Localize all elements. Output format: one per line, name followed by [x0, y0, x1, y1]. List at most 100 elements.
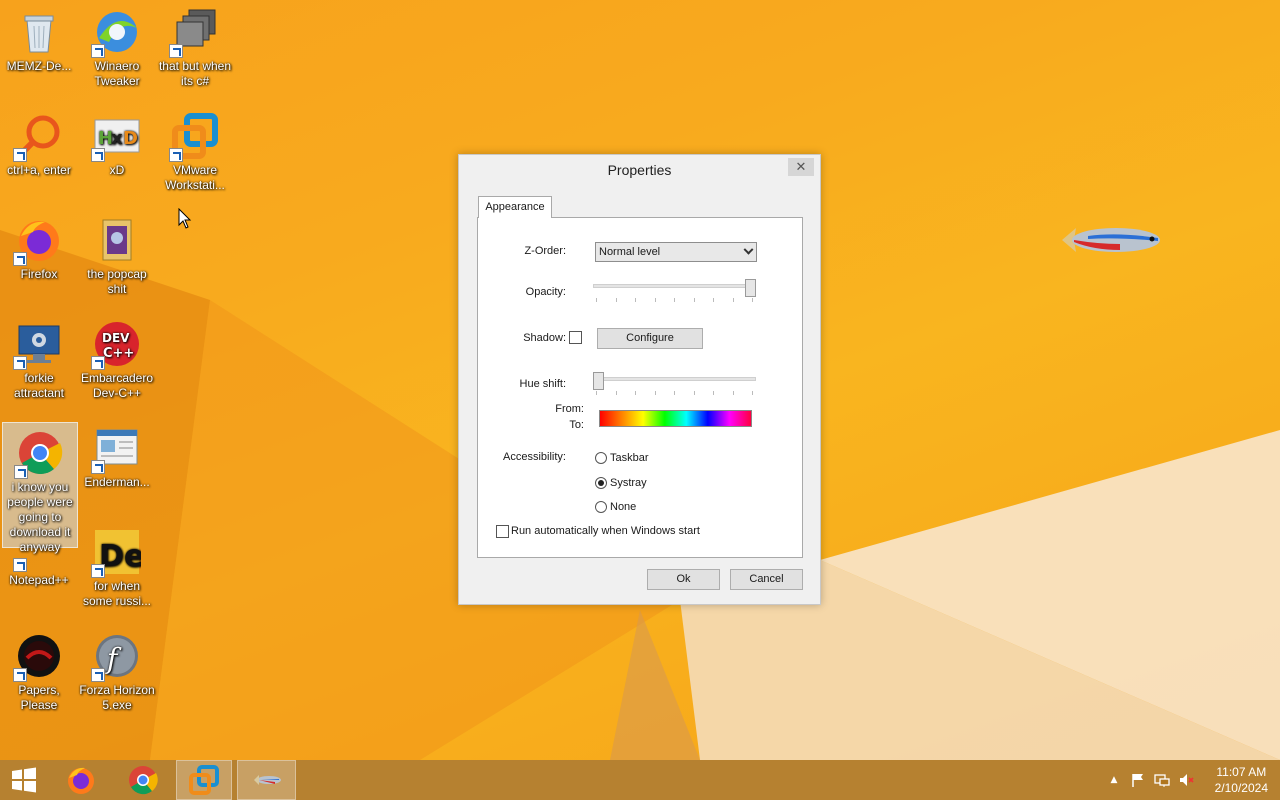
firefox-icon — [68, 767, 94, 794]
to-label: To: — [569, 419, 584, 431]
shortcut-arrow-icon — [91, 148, 105, 162]
shortcut-arrow-icon — [169, 44, 183, 58]
shortcut-arrow-icon — [14, 465, 28, 479]
desktop-icon-forkie[interactable]: forkie attractant — [1, 314, 77, 401]
hue-slider-track[interactable] — [593, 377, 756, 381]
neon-tetra-fish — [1062, 228, 1160, 252]
svg-text:D: D — [123, 128, 138, 149]
shadow-label: Shadow: — [523, 332, 566, 344]
svg-text:DEV: DEV — [102, 331, 130, 345]
desktop-icon-label: Firefox — [20, 267, 58, 281]
slider-tick — [752, 298, 753, 302]
slider-tick — [732, 298, 734, 302]
slider-tick — [752, 391, 753, 395]
svg-text:C++: C++ — [103, 346, 134, 361]
desktop-icon-xd[interactable]: HxD xD — [79, 106, 155, 178]
slider-tick — [693, 298, 695, 302]
desktop-icon-winaero[interactable]: Winaero Tweaker — [79, 2, 155, 89]
desktop-icon-csharp[interactable]: that but when its c# — [157, 2, 233, 89]
desktop-icon-firefox[interactable]: Firefox — [1, 210, 77, 282]
opacity-slider-ticks — [596, 298, 753, 302]
radio-option-systray[interactable]: Systray — [595, 476, 715, 492]
desktop-icon-popcap[interactable]: the popcap shit — [79, 210, 155, 297]
taskbar-vmware[interactable] — [176, 760, 232, 800]
slider-tick — [596, 298, 597, 302]
zorder-select[interactable]: Normal level — [595, 242, 757, 262]
desktop-icon-label: that but when its c# — [158, 59, 232, 88]
shortcut-arrow-icon — [91, 356, 105, 370]
slider-tick — [635, 391, 636, 395]
configure-button[interactable]: Configure — [597, 328, 703, 349]
opacity-slider-thumb[interactable] — [745, 279, 756, 297]
tray-overflow-chevron-icon[interactable]: ▲ — [1106, 772, 1122, 788]
windows-logo-icon — [12, 767, 36, 793]
autorun-label: Run automatically when Windows start — [511, 525, 700, 537]
radio-button[interactable] — [595, 501, 607, 513]
recycle-bin-icon — [24, 15, 54, 53]
desktop-icon-label: MEMZ-De... — [6, 59, 72, 73]
slider-tick — [615, 391, 617, 395]
clock[interactable]: 11:07 AM 2/10/2024 — [1215, 764, 1268, 796]
slider-tick — [713, 391, 714, 395]
desktop-icon-ctrl-a[interactable]: ctrl+a, enter — [1, 106, 77, 178]
radio-option-none[interactable]: None — [595, 500, 715, 516]
ok-button[interactable]: Ok — [647, 569, 720, 590]
opacity-slider-track[interactable] — [593, 284, 756, 288]
slider-tick — [674, 391, 675, 395]
desktop-icon-enderman[interactable]: Enderman... — [79, 418, 155, 490]
radio-option-taskbar[interactable]: Taskbar — [595, 451, 715, 467]
slider-tick — [615, 298, 617, 302]
clock-time: 11:07 AM — [1216, 765, 1267, 779]
autorun-checkbox[interactable] — [496, 525, 509, 538]
shortcut-arrow-icon — [91, 460, 105, 474]
chrome-icon — [129, 766, 158, 795]
mouse-cursor-icon — [178, 208, 192, 229]
close-button[interactable]: ✕ — [788, 158, 814, 176]
taskbar-firefox[interactable] — [54, 760, 108, 800]
slider-tick — [713, 298, 714, 302]
radio-button[interactable] — [595, 452, 607, 464]
radio-button[interactable] — [595, 477, 607, 489]
shortcut-arrow-icon — [13, 668, 27, 682]
desktop-icon-label: Winaero Tweaker — [94, 59, 140, 88]
desktop-icon-chrome-selected[interactable]: i know you people were going to download… — [2, 422, 78, 554]
desktop-icon-label: for when some russi... — [82, 579, 151, 608]
slider-tick — [693, 391, 695, 395]
desktop-icon-notepadpp[interactable]: Notepad++ — [1, 540, 77, 588]
cancel-button[interactable]: Cancel — [730, 569, 803, 590]
shortcut-arrow-icon — [13, 356, 27, 370]
hue-slider-thumb[interactable] — [593, 372, 604, 390]
desktop-icon-vmware[interactable]: VMware Workstati... — [157, 106, 233, 193]
tab-appearance[interactable]: Appearance — [478, 196, 552, 218]
slider-tick — [596, 391, 597, 395]
desktop-icon-devcpp[interactable]: DEV C++ Embarcadero Dev-C++ — [79, 314, 155, 401]
desktop-icon-memz[interactable]: MEMZ-De... — [1, 2, 77, 74]
network-icon[interactable] — [1154, 772, 1170, 788]
svg-text:x: x — [111, 128, 123, 149]
speaker-muted-icon[interactable] — [1178, 772, 1194, 788]
hue-slider-ticks — [596, 391, 753, 395]
action-center-flag-icon[interactable] — [1130, 772, 1146, 788]
desktop-icon-russi[interactable]: De for when some russi... — [79, 522, 155, 609]
taskbar-chrome[interactable] — [116, 760, 170, 800]
shadow-checkbox[interactable] — [569, 331, 582, 344]
opacity-label: Opacity: — [525, 286, 566, 298]
shortcut-arrow-icon — [13, 558, 27, 572]
desktop-icon-label: forkie attractant — [13, 371, 65, 400]
shortcut-arrow-icon — [91, 44, 105, 58]
shortcut-arrow-icon — [13, 148, 27, 162]
slider-tick — [654, 298, 656, 302]
start-button[interactable] — [0, 760, 48, 800]
desktop-icon-papers-please[interactable]: Papers, Please — [1, 626, 77, 713]
desktop-icon-label: Enderman... — [84, 475, 150, 489]
desktop-icon-forza[interactable]: f Forza Horizon 5.exe — [79, 626, 155, 713]
shortcut-arrow-icon — [91, 668, 105, 682]
slider-tick — [635, 298, 636, 302]
vmware-icon — [189, 765, 219, 795]
properties-dialog: Properties ✕ Appearance Z-Order: Normal … — [458, 154, 821, 605]
taskbar-fish-app[interactable] — [237, 760, 296, 800]
radio-label: None — [610, 501, 637, 513]
taskbar: ▲ 11:07 AM 2/10/2024 — [0, 760, 1280, 800]
dialog-titlebar[interactable]: Properties ✕ — [459, 155, 820, 185]
radio-label: Systray — [610, 477, 647, 489]
